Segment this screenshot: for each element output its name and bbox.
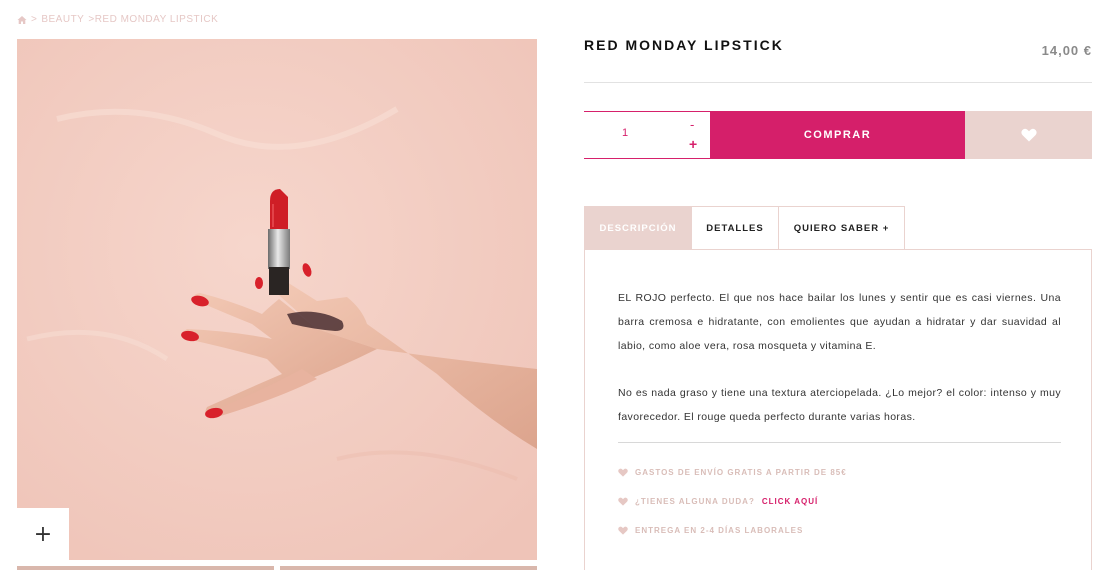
product-image[interactable] (17, 39, 537, 560)
product-tabs: DESCRIPCIÓN DETALLES QUIERO SABER + (584, 206, 905, 250)
heart-icon (618, 468, 628, 477)
quantity-increase-button[interactable]: + (689, 136, 697, 152)
info-shipping: GASTOS DE ENVÍO GRATIS A PARTIR DE 85€ (618, 468, 847, 477)
zoom-button[interactable]: + (17, 508, 69, 560)
info-question: ¿TIENES ALGUNA DUDA? CLICK AQUÍ (618, 497, 818, 506)
tab-panel-descripcion: EL ROJO perfecto. El que nos hace bailar… (584, 249, 1092, 570)
tab-quiero-saber[interactable]: QUIERO SABER + (779, 206, 905, 250)
heart-icon (1020, 128, 1037, 142)
breadcrumb: > BEAUTY >RED MONDAY LIPSTICK (17, 14, 218, 25)
quantity-stepper: 1 - + (584, 111, 710, 159)
home-icon[interactable] (17, 15, 27, 25)
description-paragraph: EL ROJO perfecto. El que nos hace bailar… (618, 292, 1061, 352)
click-here-link[interactable]: CLICK AQUÍ (762, 497, 818, 506)
lipstick-hand-photo (17, 39, 537, 560)
breadcrumb-separator: > (31, 14, 38, 25)
tab-descripcion[interactable]: DESCRIPCIÓN (584, 206, 692, 250)
quantity-input[interactable]: 1 (622, 127, 628, 139)
tab-detalles[interactable]: DETALLES (692, 206, 779, 250)
thumbnail-strip (17, 566, 537, 570)
wishlist-button[interactable] (965, 111, 1092, 159)
heart-icon (618, 497, 628, 506)
shipping-text: GASTOS DE ENVÍO GRATIS A PARTIR DE 85€ (635, 468, 847, 477)
info-delivery: ENTREGA EN 2-4 DÍAS LABORALES (618, 526, 803, 535)
thumbnail-1[interactable] (17, 566, 274, 570)
divider (618, 442, 1061, 443)
question-text: ¿TIENES ALGUNA DUDA? (635, 497, 755, 506)
product-description: EL ROJO perfecto. El que nos hace bailar… (618, 286, 1061, 429)
divider (584, 82, 1092, 83)
quantity-decrease-button[interactable]: - (690, 117, 694, 132)
heart-icon (618, 526, 628, 535)
description-paragraph: No es nada graso y tiene una textura ate… (618, 387, 1061, 423)
buy-button[interactable]: COMPRAR (710, 111, 965, 159)
product-title: RED MONDAY LIPSTICK (584, 37, 784, 53)
thumbnail-2[interactable] (280, 566, 537, 570)
product-price: 14,00 € (1041, 43, 1092, 58)
breadcrumb-item-beauty[interactable]: BEAUTY (41, 14, 84, 25)
breadcrumb-current: >RED MONDAY LIPSTICK (88, 14, 219, 25)
delivery-text: ENTREGA EN 2-4 DÍAS LABORALES (635, 526, 804, 535)
